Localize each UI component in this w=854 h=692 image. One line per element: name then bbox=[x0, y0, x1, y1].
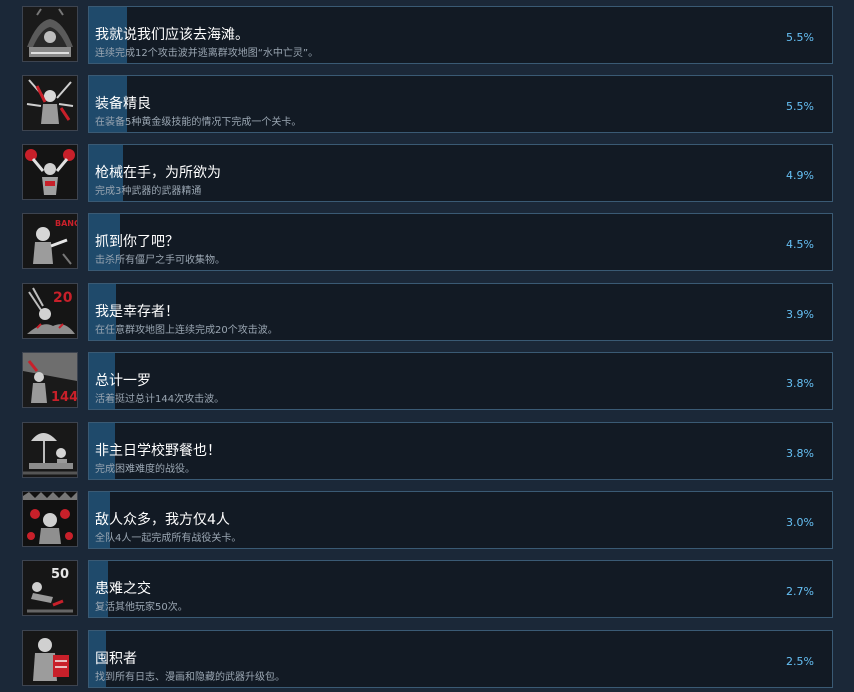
achievement-progress-bar: 枪械在手，为所欲为 完成3种武器的武器精通 4.9% bbox=[88, 144, 833, 202]
achievement-title: 总计一罗 bbox=[95, 373, 151, 389]
achievement-description: 击杀所有僵尸之手可收集物。 bbox=[95, 255, 225, 266]
achievement-description: 复活其他玩家50次。 bbox=[95, 602, 188, 613]
unlock-percent: 2.7% bbox=[786, 585, 814, 598]
hoarder-icon bbox=[22, 630, 78, 686]
achievement-title: 敌人众多，我方仅4人 bbox=[95, 512, 230, 528]
achievement-row[interactable]: 囤积者 找到所有日志、漫画和隐藏的武器升级包。 2.5% bbox=[0, 630, 854, 690]
achievement-progress-bar: 总计一罗 活着挺过总计144次攻击波。 3.8% bbox=[88, 352, 833, 410]
achievement-progress-bar: 我就说我们应该去海滩。 连续完成12个攻击波并逃离群攻地图“水中亡灵”。 5.5… bbox=[88, 6, 833, 64]
achievement-title: 囤积者 bbox=[95, 651, 137, 667]
achievement-title: 患难之交 bbox=[95, 581, 151, 597]
achievement-description: 在装备5种黄金级技能的情况下完成一个关卡。 bbox=[95, 117, 302, 128]
achievement-description: 全队4人一起完成所有战役关卡。 bbox=[95, 533, 242, 544]
revive-50-label: 50 bbox=[51, 567, 69, 582]
unlock-percent: 4.5% bbox=[786, 238, 814, 251]
equipped-survivor-icon bbox=[22, 75, 78, 131]
achievement-description: 完成3种武器的武器精通 bbox=[95, 186, 202, 197]
achievement-title: 我就说我们应该去海滩。 bbox=[95, 27, 249, 43]
unlock-percent: 2.5% bbox=[786, 655, 814, 668]
dual-guns-icon bbox=[22, 144, 78, 200]
achievement-title: 非主日学校野餐也！ bbox=[95, 443, 221, 459]
achievement-row[interactable]: 装备精良 在装备5种黄金级技能的情况下完成一个关卡。 5.5% bbox=[0, 75, 854, 135]
achievement-progress-bar: 敌人众多，我方仅4人 全队4人一起完成所有战役关卡。 3.0% bbox=[88, 491, 833, 549]
revive-50-icon: 50 bbox=[22, 560, 78, 616]
achievement-row[interactable]: 非主日学校野餐也！ 完成困难难度的战役。 3.8% bbox=[0, 422, 854, 482]
achievement-description: 完成困难难度的战役。 bbox=[95, 464, 195, 475]
achievement-description: 连续完成12个攻击波并逃离群攻地图“水中亡灵”。 bbox=[95, 48, 319, 59]
achievement-progress-bar: 我是幸存者！ 在任意群攻地图上连续完成20个攻击波。 3.9% bbox=[88, 283, 833, 341]
achievement-description: 找到所有日志、漫画和隐藏的武器升级包。 bbox=[95, 672, 285, 683]
wave-144-label: 144 bbox=[51, 390, 77, 405]
unlock-percent: 5.5% bbox=[786, 100, 814, 113]
picnic-icon bbox=[22, 422, 78, 478]
achievement-row[interactable]: 敌人众多，我方仅4人 全队4人一起完成所有战役关卡。 3.0% bbox=[0, 491, 854, 551]
achievement-row[interactable]: 20 我是幸存者！ 在任意群攻地图上连续完成20个攻击波。 3.9% bbox=[0, 283, 854, 343]
beach-zombie-icon bbox=[22, 6, 78, 62]
achievement-progress-bar: 装备精良 在装备5种黄金级技能的情况下完成一个关卡。 5.5% bbox=[88, 75, 833, 133]
achievement-progress-bar: 非主日学校野餐也！ 完成困难难度的战役。 3.8% bbox=[88, 422, 833, 480]
achievement-title: 枪械在手，为所欲为 bbox=[95, 165, 221, 181]
achievement-title: 我是幸存者！ bbox=[95, 304, 179, 320]
wave-20-icon: 20 bbox=[22, 283, 78, 339]
achievement-description: 在任意群攻地图上连续完成20个攻击波。 bbox=[95, 325, 278, 336]
achievement-row[interactable]: 50 患难之交 复活其他玩家50次。 2.7% bbox=[0, 560, 854, 620]
achievement-progress-bar: 囤积者 找到所有日志、漫画和隐藏的武器升级包。 2.5% bbox=[88, 630, 833, 688]
achievement-progress-bar: 患难之交 复活其他玩家50次。 2.7% bbox=[88, 560, 833, 618]
horde-eyes-icon bbox=[22, 491, 78, 547]
wave-144-icon: 144 bbox=[22, 352, 78, 408]
unlock-percent: 3.0% bbox=[786, 516, 814, 529]
achievement-description: 活着挺过总计144次攻击波。 bbox=[95, 394, 225, 405]
bang-zombie-icon: BANG! bbox=[22, 213, 78, 269]
unlock-percent: 3.8% bbox=[786, 377, 814, 390]
wave-20-label: 20 bbox=[53, 290, 73, 306]
achievement-title: 抓到你了吧？ bbox=[95, 234, 179, 250]
bang-label: BANG! bbox=[55, 219, 77, 228]
achievement-progress-bar: 抓到你了吧？ 击杀所有僵尸之手可收集物。 4.5% bbox=[88, 213, 833, 271]
achievement-row[interactable]: 144 总计一罗 活着挺过总计144次攻击波。 3.8% bbox=[0, 352, 854, 412]
unlock-percent: 5.5% bbox=[786, 31, 814, 44]
achievement-row[interactable]: BANG! 抓到你了吧？ 击杀所有僵尸之手可收集物。 4.5% bbox=[0, 213, 854, 273]
unlock-percent: 3.9% bbox=[786, 308, 814, 321]
achievement-title: 装备精良 bbox=[95, 96, 151, 112]
unlock-percent: 4.9% bbox=[786, 169, 814, 182]
achievement-list: 我就说我们应该去海滩。 连续完成12个攻击波并逃离群攻地图“水中亡灵”。 5.5… bbox=[0, 0, 854, 692]
achievement-row[interactable]: 枪械在手，为所欲为 完成3种武器的武器精通 4.9% bbox=[0, 144, 854, 204]
unlock-percent: 3.8% bbox=[786, 447, 814, 460]
achievement-row[interactable]: 我就说我们应该去海滩。 连续完成12个攻击波并逃离群攻地图“水中亡灵”。 5.5… bbox=[0, 6, 854, 66]
